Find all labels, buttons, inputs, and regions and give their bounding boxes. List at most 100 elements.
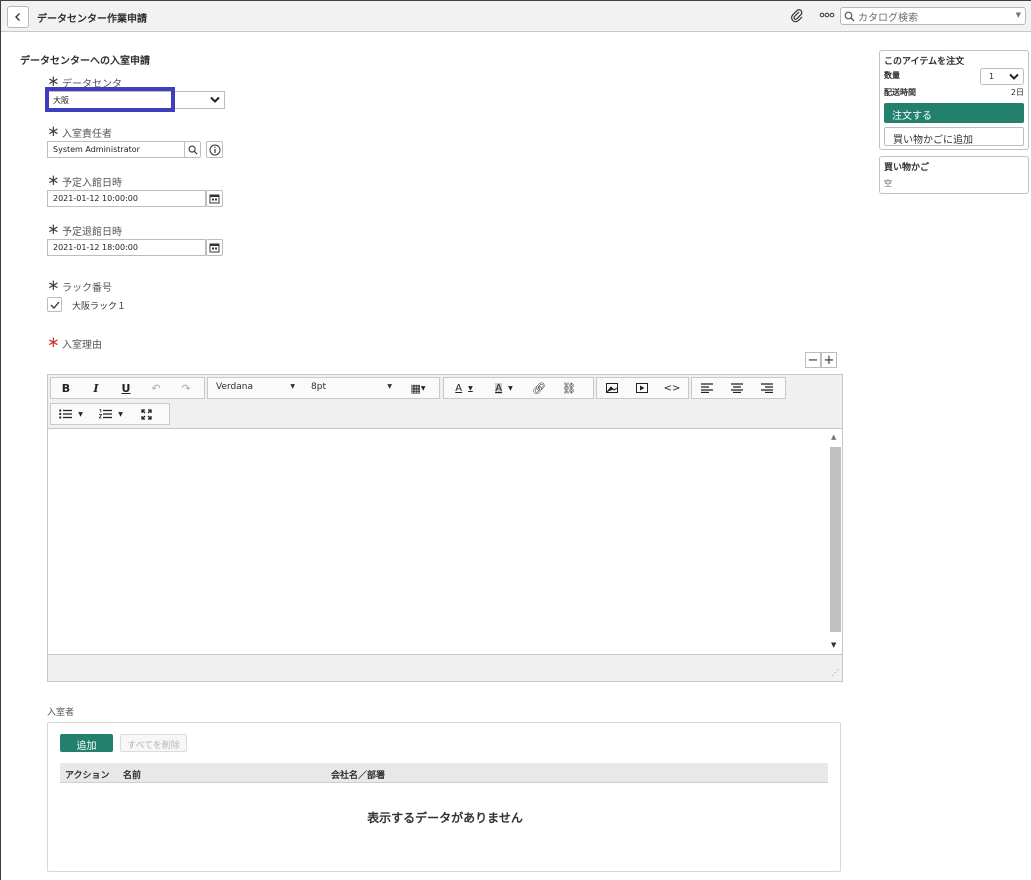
scroll-up-icon[interactable]: ▲ (831, 433, 836, 441)
rich-text-editor: B I U ↶ ↷ Verdana ▼ 8pt ▼ ▦ ▼ A ▼ A ▼ 🔗︎ ⛓︎ (47, 374, 843, 682)
chevron-down-icon (210, 96, 220, 103)
search-icon (844, 11, 855, 21)
catalog-search[interactable]: カタログ検索 ▼ (840, 7, 1026, 25)
cart-title: 買い物かご (884, 163, 930, 173)
required-icon: ∗ (47, 333, 60, 351)
entry-datetime-field[interactable]: 2021-01-12 10:00:00 (47, 190, 206, 207)
media-group: <> (596, 377, 689, 399)
entry-datetime-value: 2021-01-12 10:00:00 (53, 194, 138, 203)
italic-icon[interactable]: I (81, 378, 111, 398)
editor-toolbar: B I U ↶ ↷ Verdana ▼ 8pt ▼ ▦ ▼ A ▼ A ▼ 🔗︎ ⛓︎ (48, 375, 842, 429)
entrants-table: 追加 すべてを削除 アクション 名前 会社名／部署 表示するデータがありません (47, 722, 841, 872)
chevron-down-icon[interactable]: ▼ (1016, 11, 1021, 19)
search-input[interactable]: カタログ検索 (858, 9, 918, 24)
exit-datetime-label: 予定退館日時 (62, 227, 122, 238)
list-group: ▼ ▼ (50, 403, 170, 425)
required-icon: ∗ (47, 122, 60, 140)
chevron-down-icon (1009, 73, 1019, 80)
exit-datetime-field[interactable]: 2021-01-12 18:00:00 (47, 239, 206, 256)
undo-icon[interactable]: ↶ (141, 378, 171, 398)
order-button[interactable]: 注文する (884, 103, 1024, 123)
font-family-select[interactable]: Verdana ▼ (208, 378, 303, 398)
entry-datetime-label: 予定入館日時 (62, 178, 122, 189)
color-link-group: A ▼ A ▼ 🔗︎ ⛓︎ (443, 377, 594, 399)
align-left-icon[interactable] (692, 378, 722, 398)
add-button[interactable]: 追加 (60, 734, 113, 752)
empty-message: 表示するデータがありません (367, 811, 523, 825)
rack-checkbox[interactable] (47, 297, 62, 312)
editor-scrollbar[interactable]: ▲ ▼ (828, 431, 841, 653)
align-center-icon[interactable] (722, 378, 752, 398)
link-icon[interactable]: 🔗︎ (524, 378, 554, 398)
calendar-button[interactable] (206, 239, 223, 256)
scrollbar-thumb[interactable] (830, 447, 841, 632)
video-icon[interactable] (627, 378, 657, 398)
bullet-list-icon[interactable]: ▼ (51, 404, 91, 424)
exit-datetime-value: 2021-01-12 18:00:00 (53, 243, 138, 252)
editor-statusbar: ⋰ (48, 654, 842, 681)
unlink-icon[interactable]: ⛓︎ (554, 378, 584, 398)
font-size-value: 8pt (311, 382, 326, 392)
order-panel: このアイテムを注文 数量 1 配送時間 2日 注文する 買い物かごに追加 (879, 50, 1029, 150)
table-header: アクション 名前 会社名／部署 (60, 763, 828, 783)
reason-label: 入室理由 (62, 340, 102, 351)
text-color-icon[interactable]: A ▼ (444, 378, 484, 398)
required-icon: ∗ (47, 276, 60, 294)
lookup-button[interactable] (184, 141, 201, 158)
calendar-button[interactable] (206, 190, 223, 207)
quantity-select[interactable]: 1 (980, 68, 1024, 85)
more-options-icon[interactable] (819, 7, 835, 24)
clear-all-button[interactable]: すべてを削除 (120, 734, 187, 752)
column-company: 会社名／部署 (331, 771, 386, 781)
chevron-left-icon (15, 13, 20, 21)
quantity-value: 1 (989, 72, 995, 81)
header-bar: データセンター作業申請 カタログ検索 ▼ (1, 1, 1031, 32)
image-icon[interactable] (597, 378, 627, 398)
cart-panel: 買い物かご 空 (879, 156, 1029, 194)
calendar-icon (209, 194, 220, 204)
expand-button[interactable]: + (821, 352, 837, 368)
responsible-label: 入室責任者 (62, 129, 112, 140)
column-name: 名前 (123, 771, 142, 781)
align-group (691, 377, 786, 399)
responsible-field[interactable]: System Administrator (47, 141, 185, 158)
redo-icon[interactable]: ↷ (171, 378, 201, 398)
responsible-value: System Administrator (53, 145, 140, 154)
focus-highlight (45, 87, 175, 112)
bold-icon[interactable]: B (51, 378, 81, 398)
font-size-select[interactable]: 8pt ▼ (303, 378, 398, 398)
delivery-value: 2日 (1010, 88, 1024, 97)
required-icon: ∗ (47, 220, 60, 238)
background-color-icon[interactable]: A ▼ (484, 378, 524, 398)
table-icon[interactable]: ▦ ▼ (398, 378, 438, 398)
page-title: データセンター作業申請 (37, 14, 147, 25)
delivery-label: 配送時間 (884, 88, 916, 97)
checkmark-icon (50, 301, 59, 309)
add-to-cart-button[interactable]: 買い物かごに追加 (884, 127, 1024, 146)
align-right-icon[interactable] (752, 378, 782, 398)
info-icon (209, 144, 220, 155)
calendar-icon (209, 243, 220, 253)
underline-icon[interactable]: U (111, 378, 141, 398)
code-icon[interactable]: <> (657, 378, 687, 398)
search-icon (188, 145, 198, 155)
back-button[interactable] (7, 6, 29, 28)
font-group: Verdana ▼ 8pt ▼ ▦ ▼ (207, 377, 440, 399)
entrants-label: 入室者 (47, 708, 75, 718)
paperclip-icon[interactable] (790, 9, 804, 26)
collapse-button[interactable]: − (805, 352, 821, 368)
fullscreen-icon[interactable] (131, 404, 161, 424)
numbered-list-icon[interactable]: ▼ (91, 404, 131, 424)
caret-down-icon: ▼ (387, 383, 392, 390)
plus-icon: + (823, 352, 835, 368)
scroll-down-icon[interactable]: ▼ (831, 641, 836, 649)
resize-handle-icon[interactable]: ⋰ (831, 668, 839, 677)
cart-status: 空 (884, 179, 892, 188)
font-family-value: Verdana (216, 382, 253, 392)
order-title: このアイテムを注文 (884, 57, 965, 67)
rack-label: ラック番号 (62, 283, 112, 294)
rack-option-label: 大阪ラック１ (72, 302, 127, 312)
quantity-label: 数量 (884, 71, 900, 80)
minus-icon: − (807, 352, 819, 368)
info-button[interactable] (206, 141, 223, 158)
